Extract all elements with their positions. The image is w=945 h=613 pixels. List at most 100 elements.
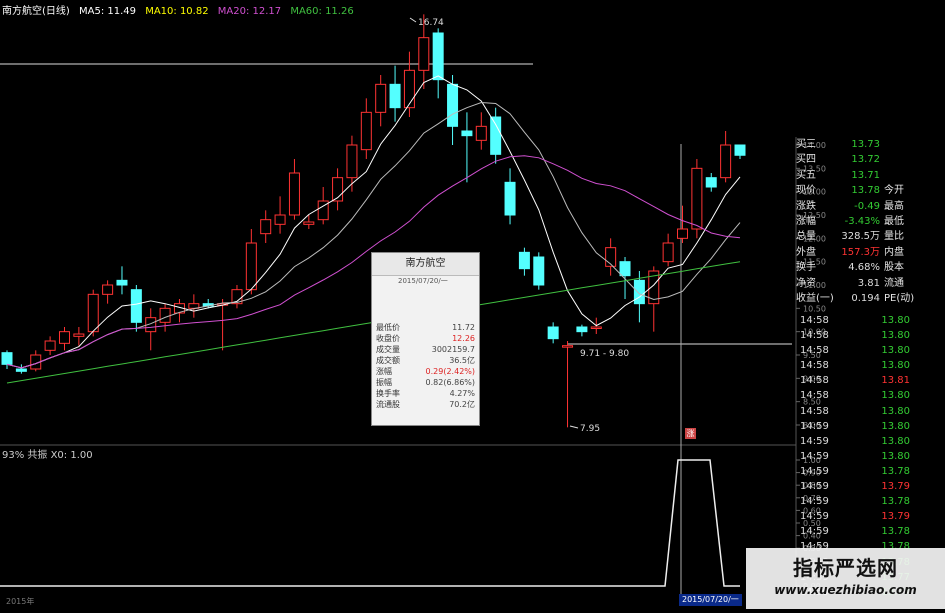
- quote-label: 买三: [796, 139, 816, 150]
- tick-time: 14:59: [800, 435, 829, 447]
- popup-row: 涨幅 0.29(2.42%): [372, 366, 479, 377]
- quote-label-2: 内盘: [884, 246, 904, 258]
- resonance-line: [0, 459, 740, 587]
- ma20-label: MA20: 12.17: [217, 6, 282, 17]
- candle[interactable]: [633, 279, 645, 305]
- tick-price: 13.81: [881, 375, 910, 387]
- candle[interactable]: [360, 111, 372, 151]
- candle[interactable]: [432, 32, 444, 81]
- candle[interactable]: [116, 279, 128, 286]
- candle[interactable]: [245, 242, 257, 291]
- candle[interactable]: [15, 368, 27, 372]
- tick-price: 13.78: [881, 496, 910, 508]
- candle[interactable]: [403, 69, 415, 109]
- candle[interactable]: [662, 242, 674, 263]
- popup-row-value: 0.82(6.86%): [425, 378, 475, 387]
- candle[interactable]: [159, 307, 171, 323]
- popup-rows: 最低价 11.72 收盘价 12.26 成交量 3002159.7 成交额 36.5亿 涨幅 0.…: [372, 322, 479, 410]
- quote-value: -0.49: [854, 200, 880, 212]
- quote-value: 13.73: [851, 139, 880, 150]
- tick-price: 13.80: [881, 315, 910, 326]
- quote-label-2: 最低: [884, 215, 904, 227]
- candle[interactable]: [447, 83, 459, 127]
- popup-title: 南方航空: [372, 253, 479, 276]
- candle[interactable]: [389, 83, 401, 109]
- quote-popup: 南方航空 2015/07/20/一 最低价 11.72 收盘价 12.26 成交量 300…: [371, 252, 480, 426]
- quote-value: 3.81: [857, 277, 880, 289]
- tick-row: 14:58 13.80: [796, 358, 945, 373]
- range-annotation: 9.71 - 9.80: [580, 349, 629, 359]
- candle[interactable]: [576, 326, 588, 333]
- candle[interactable]: [87, 293, 99, 333]
- quote-label: 现价: [796, 185, 816, 197]
- quote-row: 买三 13.73: [796, 137, 945, 152]
- tick-time: 14:58: [800, 345, 829, 357]
- popup-row-value: 11.72: [452, 323, 475, 332]
- tick-row: 14:59 13.78: [796, 524, 945, 539]
- quote-row: 买四 13.72: [796, 152, 945, 167]
- candle[interactable]: [533, 256, 545, 286]
- tick-row: 14:59 13.80: [796, 434, 945, 449]
- candle[interactable]: [490, 116, 502, 155]
- candle[interactable]: [58, 331, 70, 344]
- candle[interactable]: [461, 130, 473, 137]
- candle[interactable]: [691, 167, 703, 230]
- candle[interactable]: [562, 345, 574, 348]
- candle[interactable]: [590, 326, 602, 329]
- candle[interactable]: [44, 340, 56, 351]
- candle[interactable]: [102, 284, 114, 295]
- tick-time: 14:59: [800, 420, 829, 432]
- candle[interactable]: [130, 289, 142, 323]
- candle[interactable]: [260, 219, 272, 235]
- quote-label-2: 今开: [884, 185, 904, 197]
- quote-row: 涨幅 -3.43% 最低: [796, 214, 945, 229]
- candle[interactable]: [303, 221, 315, 225]
- quote-label: 换手: [796, 262, 816, 274]
- candle[interactable]: [346, 144, 358, 179]
- tick-row: 14:58 13.80: [796, 404, 945, 419]
- popup-row-value: 3002159.7: [431, 345, 475, 354]
- candle[interactable]: [720, 144, 732, 179]
- candle[interactable]: [547, 326, 559, 340]
- tick-time: 14:58: [800, 330, 829, 342]
- candle[interactable]: [375, 83, 387, 113]
- popup-row: 成交量 3002159.7: [372, 344, 479, 355]
- quote-label-2: 股本: [884, 262, 904, 274]
- candle[interactable]: [288, 172, 300, 216]
- tick-time: 14:58: [800, 405, 829, 417]
- tick-price: 13.80: [881, 435, 910, 447]
- tick-row: 14:59 13.79: [796, 479, 945, 494]
- candle[interactable]: [274, 214, 286, 225]
- tick-price: 13.78: [881, 526, 910, 538]
- tick-time: 14:58: [800, 360, 829, 372]
- candle[interactable]: [73, 333, 85, 337]
- tick-time: 14:58: [800, 315, 829, 326]
- popup-row-label: 收盘价: [376, 334, 400, 343]
- tick-price: 13.80: [881, 420, 910, 432]
- candle[interactable]: [504, 181, 516, 216]
- high-annotation-arrow: [409, 17, 417, 23]
- popup-row-value: 12.26: [452, 334, 475, 343]
- sub-indicator-label: 93% 共振 X0: 1.00: [2, 450, 93, 461]
- candle[interactable]: [1, 352, 13, 365]
- quote-label: 涨跌: [796, 200, 816, 212]
- candle[interactable]: [518, 251, 530, 270]
- candle[interactable]: [475, 125, 487, 141]
- tick-price: 13.80: [881, 330, 910, 342]
- candle[interactable]: [734, 144, 746, 156]
- tick-time: 14:59: [800, 526, 829, 538]
- quote-label-2: 量比: [884, 231, 904, 243]
- quote-label-2: PE(动): [884, 292, 915, 304]
- candle[interactable]: [705, 177, 717, 188]
- candle[interactable]: [619, 261, 631, 277]
- tick-row: 14:58 13.80: [796, 388, 945, 403]
- candle[interactable]: [677, 228, 689, 239]
- tick-price: 13.80: [881, 405, 910, 417]
- quote-label: 买四: [796, 154, 816, 166]
- tick-time: 14:59: [800, 511, 829, 523]
- quote-value: 328.5万: [841, 231, 880, 243]
- quote-label: 涨幅: [796, 215, 816, 227]
- watermark: 指标严选网 www.xuezhibiao.com: [746, 548, 945, 609]
- candle[interactable]: [418, 37, 430, 71]
- quote-label: 收益(一): [796, 292, 834, 304]
